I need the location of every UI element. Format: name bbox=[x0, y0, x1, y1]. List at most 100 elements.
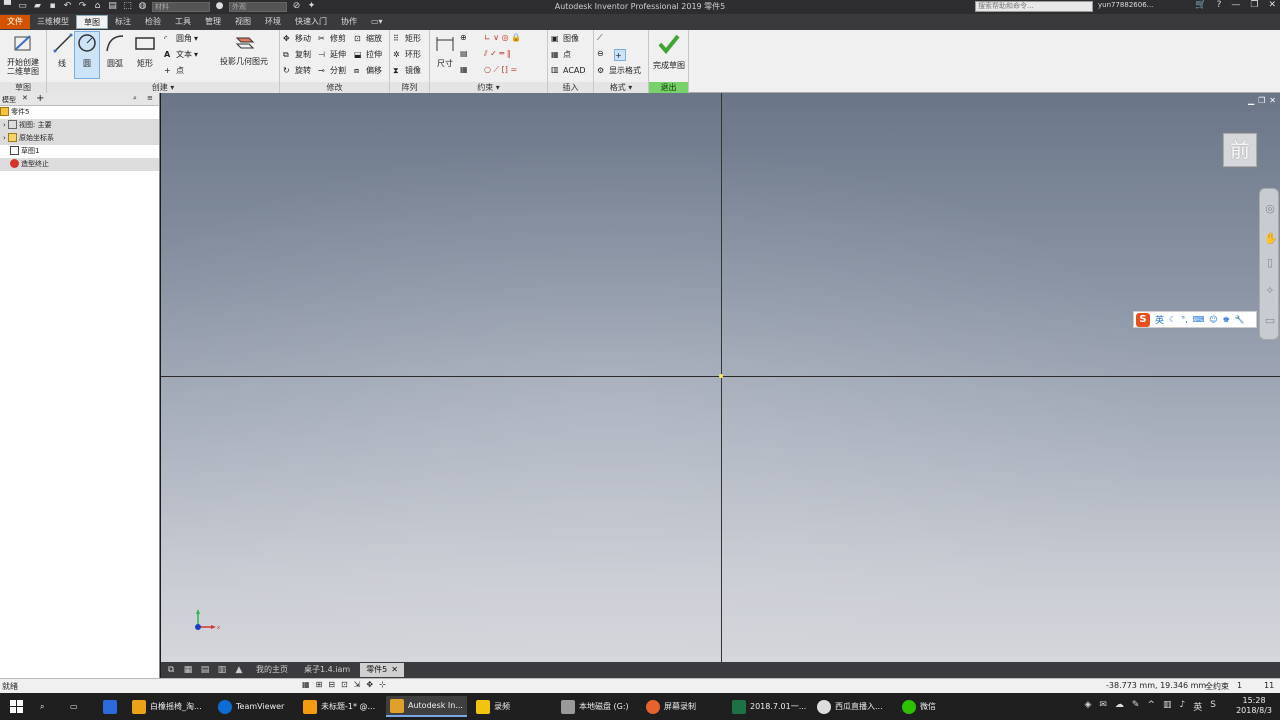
perpendicular-icon[interactable]: ∟ ∨ ◎ 🔒 bbox=[484, 33, 521, 42]
orbit-icon[interactable]: ✧ bbox=[1264, 285, 1276, 297]
tray-pen-icon[interactable]: ✎ bbox=[1132, 700, 1140, 713]
app-menu-icon[interactable]: ▀ bbox=[2, 1, 13, 12]
centerline-icon[interactable]: ⊖ bbox=[597, 49, 604, 58]
taskbar-item-illustrator[interactable]: 未标题-1* @... bbox=[303, 696, 375, 717]
keyboard-icon[interactable]: ⌨ bbox=[1193, 315, 1205, 324]
taskbar-search-icon[interactable]: ⌕ bbox=[40, 696, 44, 717]
maximize-button[interactable]: ❐ bbox=[1250, 0, 1258, 10]
glue-icon[interactable]: ⇲ bbox=[354, 680, 361, 689]
tab-list-icon[interactable]: ▲ bbox=[232, 664, 246, 676]
volume-icon[interactable]: ♪ bbox=[1180, 700, 1186, 713]
tile-horizontal-icon[interactable]: ▤ bbox=[198, 664, 212, 676]
snap-icon[interactable]: ⊞ bbox=[316, 680, 323, 689]
add-tab-icon[interactable]: + bbox=[36, 93, 44, 104]
ime-language[interactable]: 英 bbox=[1155, 313, 1164, 326]
taskbar-item-disk[interactable]: 本地磁盘 (G:) bbox=[561, 696, 629, 717]
appearance-select[interactable]: 外观 bbox=[229, 1, 287, 12]
copy-button[interactable]: ⧉ 复制 bbox=[283, 49, 311, 60]
relax-icon[interactable]: ▦ bbox=[460, 65, 468, 74]
line-button[interactable]: 线 bbox=[52, 32, 73, 69]
tab-get-started[interactable]: 快速入门 bbox=[288, 15, 334, 29]
rect-pattern-button[interactable]: ⠿ 矩形 bbox=[393, 33, 421, 44]
tab-manage[interactable]: 管理 bbox=[198, 15, 228, 29]
tab-view[interactable]: 视图 bbox=[228, 15, 258, 29]
close-icon[interactable]: ✕ bbox=[391, 665, 398, 674]
graphics-viewport[interactable]: ▁ ❐ ✕ 前 S 英 ☾ °, ⌨ ☺ ♚ 🔧 ◎ ✋ ▯ ✧ ▭ x bbox=[161, 93, 1280, 662]
taskbar-item-inventor[interactable]: Autodesk In... bbox=[386, 696, 467, 717]
new-icon[interactable]: ▭ bbox=[17, 1, 28, 12]
browser-tab-model[interactable]: 模型 bbox=[2, 95, 16, 105]
adjust-icon[interactable]: ✦ bbox=[306, 1, 317, 12]
menu-icon[interactable]: ≡ bbox=[147, 94, 153, 102]
trim-button[interactable]: ✂ 修剪 bbox=[318, 33, 346, 44]
windows-start-icon[interactable] bbox=[10, 700, 23, 713]
extend-button[interactable]: ⊣ 延伸 bbox=[318, 49, 346, 60]
tree-item-view[interactable]: › 视图: 主要 bbox=[0, 119, 159, 132]
tree-item-origin[interactable]: › 原始坐标系 bbox=[0, 132, 159, 145]
acad-button[interactable]: ▥ ACAD bbox=[551, 65, 586, 75]
taskbar-browser[interactable] bbox=[103, 696, 117, 717]
clock[interactable]: 15:28 2018/8/3 bbox=[1236, 696, 1272, 716]
tree-item-sketch[interactable]: 草图1 bbox=[0, 145, 159, 158]
finish-sketch-button[interactable]: 完成草图 bbox=[651, 32, 687, 71]
rotate-button[interactable]: ↻ 旋转 bbox=[283, 65, 311, 76]
doc-tab-home[interactable]: 我的主页 bbox=[250, 663, 294, 677]
circ-pattern-button[interactable]: ✲ 环形 bbox=[393, 49, 421, 60]
tab-tools[interactable]: 工具 bbox=[168, 15, 198, 29]
parallel-icon[interactable]: ⫽ ✓ ═ ∥ bbox=[484, 49, 511, 59]
help-search-input[interactable]: 搜索帮助和命令... bbox=[975, 1, 1093, 12]
tray-app-icon[interactable]: ◈ bbox=[1084, 700, 1091, 713]
viewcube[interactable]: 前 bbox=[1223, 133, 1257, 167]
user-account[interactable]: yun77882606... bbox=[1098, 1, 1153, 9]
tab-environments[interactable]: 环境 bbox=[258, 15, 288, 29]
taskbar-item-screen-recorder[interactable]: 屏幕录制 bbox=[646, 696, 696, 717]
rectangle-button[interactable]: 矩形 bbox=[133, 32, 157, 69]
pan-icon[interactable]: ✋ bbox=[1264, 233, 1278, 245]
mirror-button[interactable]: ⧗ 镜像 bbox=[393, 65, 421, 76]
taskbar-item-teamviewer[interactable]: TeamViewer bbox=[218, 696, 284, 717]
save-icon[interactable]: ▪ bbox=[47, 1, 58, 12]
select-icon[interactable]: ⬚ bbox=[122, 1, 133, 12]
tab-inspect[interactable]: 检验 bbox=[138, 15, 168, 29]
insert-points-button[interactable]: ▦ 点 bbox=[551, 49, 571, 60]
taskbar-item-wechat[interactable]: 微信 bbox=[902, 696, 936, 717]
minimize-button[interactable]: — bbox=[1231, 0, 1240, 10]
tab-3d-model[interactable]: 三维模型 bbox=[30, 15, 76, 29]
redo-icon[interactable]: ↷ bbox=[77, 1, 88, 12]
tab-sketch[interactable]: 草图 bbox=[76, 15, 108, 29]
taskbar-item-excel[interactable]: 2018.7.01一... bbox=[732, 696, 806, 717]
wrench-icon[interactable]: 🔧 bbox=[1235, 315, 1245, 324]
constraint-infer-icon[interactable]: ⊟ bbox=[328, 680, 335, 689]
circle-button[interactable]: 圆 bbox=[74, 31, 100, 79]
search-icon[interactable]: ⌕ bbox=[133, 94, 137, 103]
dimension-button[interactable]: 尺寸 bbox=[433, 32, 457, 69]
insert-image-button[interactable]: ▣ 图像 bbox=[551, 33, 579, 44]
vp-restore-button[interactable]: ❐ bbox=[1258, 96, 1265, 105]
taskbar-item-xigua[interactable]: 西瓜直播入... bbox=[817, 696, 883, 717]
scale-button[interactable]: ⊡ 缩放 bbox=[354, 33, 382, 44]
undo-icon[interactable]: ↶ bbox=[62, 1, 73, 12]
zoom-icon[interactable]: ▯ bbox=[1264, 257, 1276, 269]
shirt-icon[interactable]: ♚ bbox=[1223, 315, 1230, 324]
grid-icon[interactable]: ▦ bbox=[302, 680, 310, 689]
construction-icon[interactable]: ⟋ bbox=[597, 33, 603, 43]
tab-collaborate[interactable]: 协作 bbox=[334, 15, 364, 29]
start-2d-sketch-button[interactable]: 开始创建 二维草图 bbox=[3, 32, 43, 76]
center-point-icon[interactable]: + bbox=[614, 49, 626, 61]
help-icon[interactable]: ? bbox=[1217, 0, 1222, 10]
home-icon[interactable]: ⌂ bbox=[92, 1, 103, 12]
vp-minimize-button[interactable]: ▁ bbox=[1248, 96, 1254, 105]
doc-tab-part5[interactable]: 零件5 ✕ bbox=[360, 663, 404, 677]
vp-close-button[interactable]: ✕ bbox=[1269, 96, 1276, 105]
dof-icon[interactable]: ⊡ bbox=[341, 680, 348, 689]
moon-icon[interactable]: ☾ bbox=[1169, 315, 1176, 324]
point-button[interactable]: + 点 bbox=[164, 65, 184, 76]
split-button[interactable]: ⊸ 分割 bbox=[318, 65, 346, 76]
fillet-button[interactable]: ◜ 圆角 ▾ bbox=[164, 33, 198, 44]
tab-annotate[interactable]: 标注 bbox=[108, 15, 138, 29]
close-icon[interactable]: ✕ bbox=[22, 94, 28, 102]
tray-chat-icon[interactable]: ✉ bbox=[1099, 700, 1107, 713]
open-icon[interactable]: ▰ bbox=[32, 1, 43, 12]
move-button[interactable]: ✥ 移动 bbox=[283, 33, 311, 44]
move-coord-icon[interactable]: ✥ bbox=[366, 680, 373, 689]
